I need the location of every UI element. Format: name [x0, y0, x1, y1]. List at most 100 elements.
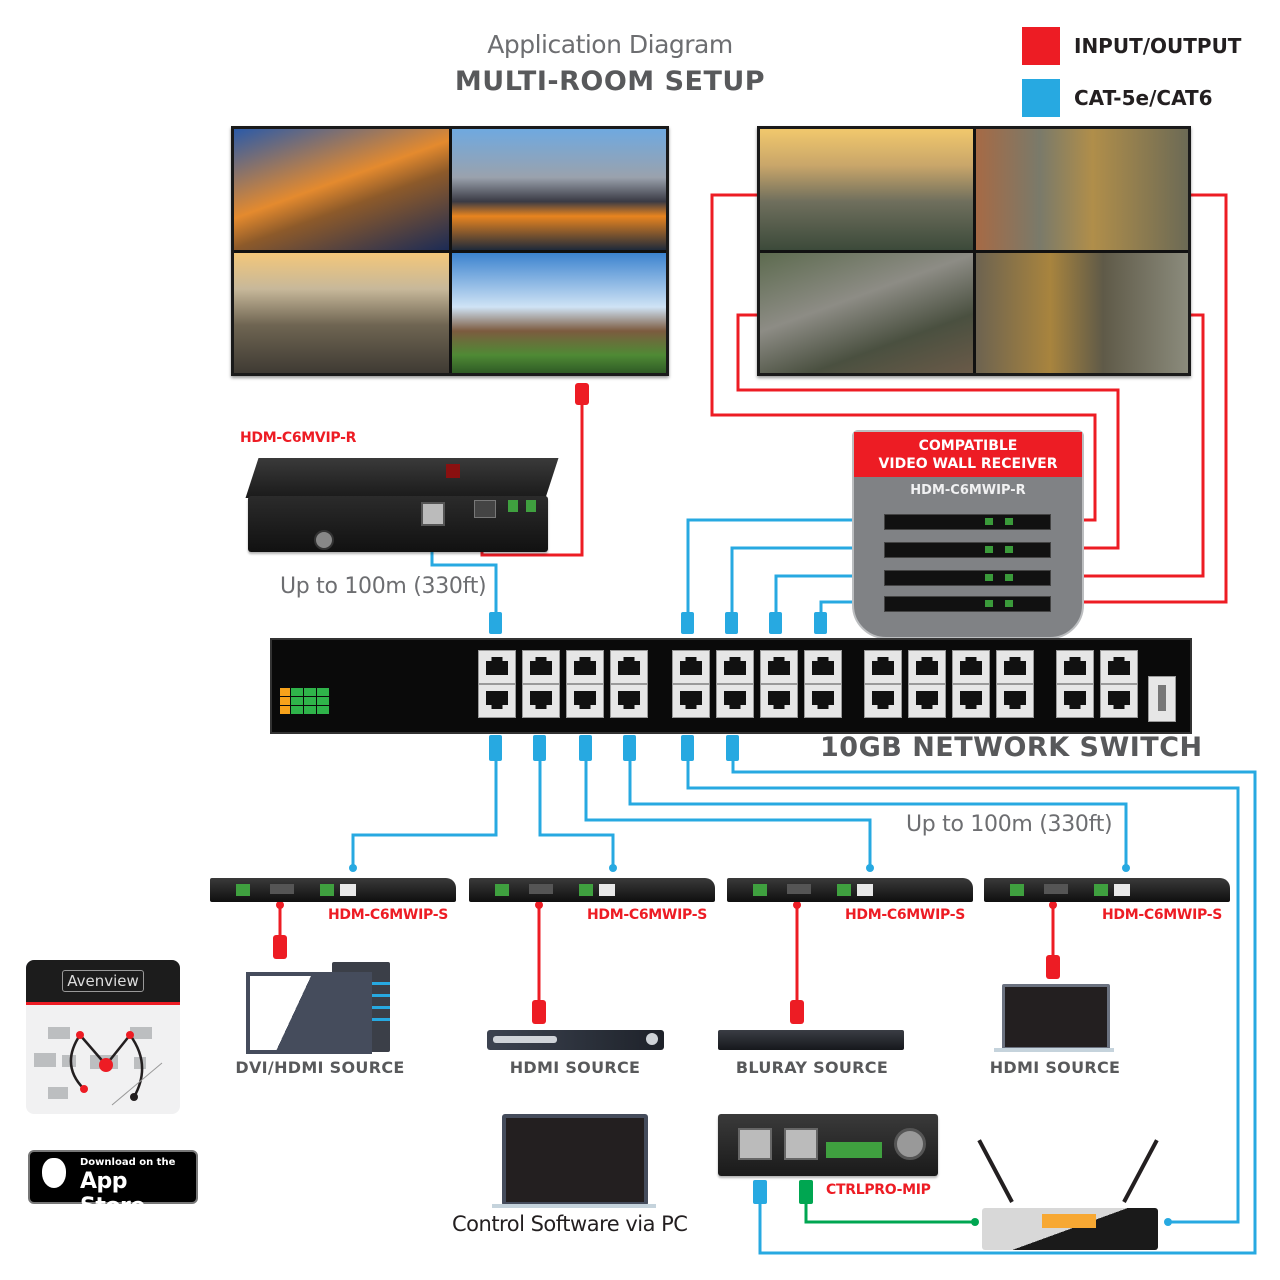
- hdmi-connector: [1046, 955, 1060, 979]
- switch-port: [478, 684, 516, 718]
- switch-port: [996, 684, 1034, 718]
- video-wall-receiver-heading: COMPATIBLE VIDEO WALL RECEIVER: [854, 432, 1082, 477]
- apple-icon: [42, 1158, 66, 1188]
- avenview-logo-text: Avenview: [62, 970, 144, 992]
- switch-port: [1100, 650, 1138, 684]
- receiver-body-front: [248, 496, 548, 552]
- receiver-model-label: HDM-C6MVIP-R: [240, 430, 357, 446]
- switch-port: [1056, 650, 1094, 684]
- video-wall-receiver-unit: [884, 570, 1051, 586]
- receiver-terminal: [526, 500, 536, 512]
- video-wall-receiver-unit: [884, 542, 1051, 558]
- transmitter-model-label: HDM-C6MWIP-S: [1102, 907, 1222, 923]
- video-wall-tile-4: [975, 252, 1188, 373]
- legend-item-cat: CAT-5e/CAT6: [1022, 77, 1241, 119]
- video-wall-receiver-unit: [884, 596, 1051, 612]
- controller-power-jack: [894, 1128, 926, 1160]
- cat-connector: [623, 735, 636, 761]
- hdmi-connector: [273, 935, 287, 959]
- switch-port: [566, 650, 604, 684]
- transmitter-model-label: HDM-C6MWIP-S: [845, 907, 965, 923]
- receiver-hdmi-port: [474, 500, 496, 518]
- cat-connector: [489, 735, 502, 761]
- diagram-title: MULTI-ROOM SETUP: [454, 66, 766, 97]
- multiview-display: [231, 126, 669, 376]
- avenview-app-icon[interactable]: Avenview: [26, 960, 180, 1114]
- source-label: HDMI SOURCE: [509, 1058, 641, 1077]
- hdmi-source-laptop-icon: [994, 984, 1114, 1054]
- switch-port: [566, 684, 604, 718]
- source-label: BLURAY SOURCE: [735, 1058, 889, 1077]
- heading-line-2: VIDEO WALL RECEIVER: [878, 456, 1058, 472]
- switch-port: [610, 684, 648, 718]
- transmitter-device: [984, 878, 1230, 902]
- pc-monitor: [246, 972, 372, 1054]
- controller-rj45-port: [738, 1128, 772, 1160]
- cat-connector: [681, 612, 694, 634]
- transmitter-device: [210, 878, 456, 902]
- video-wall-tile-2: [975, 129, 1188, 250]
- switch-port: [716, 650, 754, 684]
- switch-port: [804, 650, 842, 684]
- hdmi-connector: [575, 383, 589, 405]
- legend-label: INPUT/OUTPUT: [1074, 34, 1242, 58]
- cat-connector: [726, 735, 739, 761]
- controller-device: [718, 1114, 938, 1176]
- hdmi-source-player-icon: [487, 1030, 664, 1050]
- legend-label: CAT-5e/CAT6: [1074, 86, 1213, 110]
- heading-line-1: COMPATIBLE: [918, 438, 1018, 454]
- switch-port: [864, 684, 902, 718]
- video-wall-receiver-unit: [884, 514, 1051, 530]
- cat-connector: [579, 735, 592, 761]
- switch-port: [672, 650, 710, 684]
- switch-port: [1100, 684, 1138, 718]
- receiver-body-top: [245, 458, 559, 498]
- cat-connector: [753, 1180, 767, 1204]
- diagram-subtitle: Application Diagram: [487, 30, 733, 59]
- app-logo-graphic: [34, 1027, 163, 1106]
- control-connector: [799, 1180, 813, 1204]
- wifi-router-icon: [977, 1130, 1160, 1250]
- video-wall-tile-1: [760, 129, 973, 250]
- legend: INPUT/OUTPUT CAT-5e/CAT6: [1022, 25, 1241, 119]
- switch-port: [760, 684, 798, 718]
- cat-connector: [725, 612, 738, 634]
- receiver-ir-window: [446, 464, 460, 478]
- receiver-distance-label: Up to 100m (330ft): [280, 574, 487, 599]
- switch-console-port: [1148, 676, 1176, 722]
- switch-port: [760, 650, 798, 684]
- display-tile-canal: [451, 129, 666, 250]
- cat-connector: [681, 735, 694, 761]
- controller-rj45-port: [784, 1128, 818, 1160]
- switch-port: [716, 684, 754, 718]
- receiver-rj45-port: [421, 502, 445, 526]
- app-store-line-2: App Store: [80, 1169, 145, 1219]
- switch-port: [952, 650, 990, 684]
- app-store-badge[interactable]: Download on the App Store: [28, 1150, 198, 1219]
- switch-port: [1056, 684, 1094, 718]
- cat-wire-tx-1: [351, 760, 498, 868]
- switch-port: [908, 684, 946, 718]
- network-switch: [270, 638, 1192, 734]
- cat-connector: [814, 612, 827, 634]
- cat-connector: [769, 612, 782, 634]
- switch-status-leds: [280, 688, 332, 714]
- cat-connector: [533, 735, 546, 761]
- app-store-line-1: Download on the: [80, 1157, 176, 1168]
- transmitter-model-label: HDM-C6MWIP-S: [328, 907, 448, 923]
- hdmi-connector: [790, 1000, 804, 1024]
- switch-port: [908, 650, 946, 684]
- switch-port: [952, 684, 990, 718]
- video-wall-receiver-panel: COMPATIBLE VIDEO WALL RECEIVER HDM-C6MWI…: [852, 430, 1084, 639]
- legend-swatch-red: [1022, 27, 1060, 65]
- video-wall-display: [757, 126, 1191, 376]
- transmitter-distance-label: Up to 100m (330ft): [906, 812, 1113, 837]
- cat-connector: [489, 612, 502, 634]
- display-tile-windmill: [451, 252, 666, 373]
- receiver-power-jack: [314, 530, 334, 550]
- control-wire: [804, 1195, 975, 1224]
- switch-port: [522, 650, 560, 684]
- source-label: DVI/HDMI SOURCE: [235, 1058, 405, 1077]
- switch-label: 10GB NETWORK SWITCH: [820, 732, 1203, 763]
- controller-terminal-block: [826, 1142, 882, 1158]
